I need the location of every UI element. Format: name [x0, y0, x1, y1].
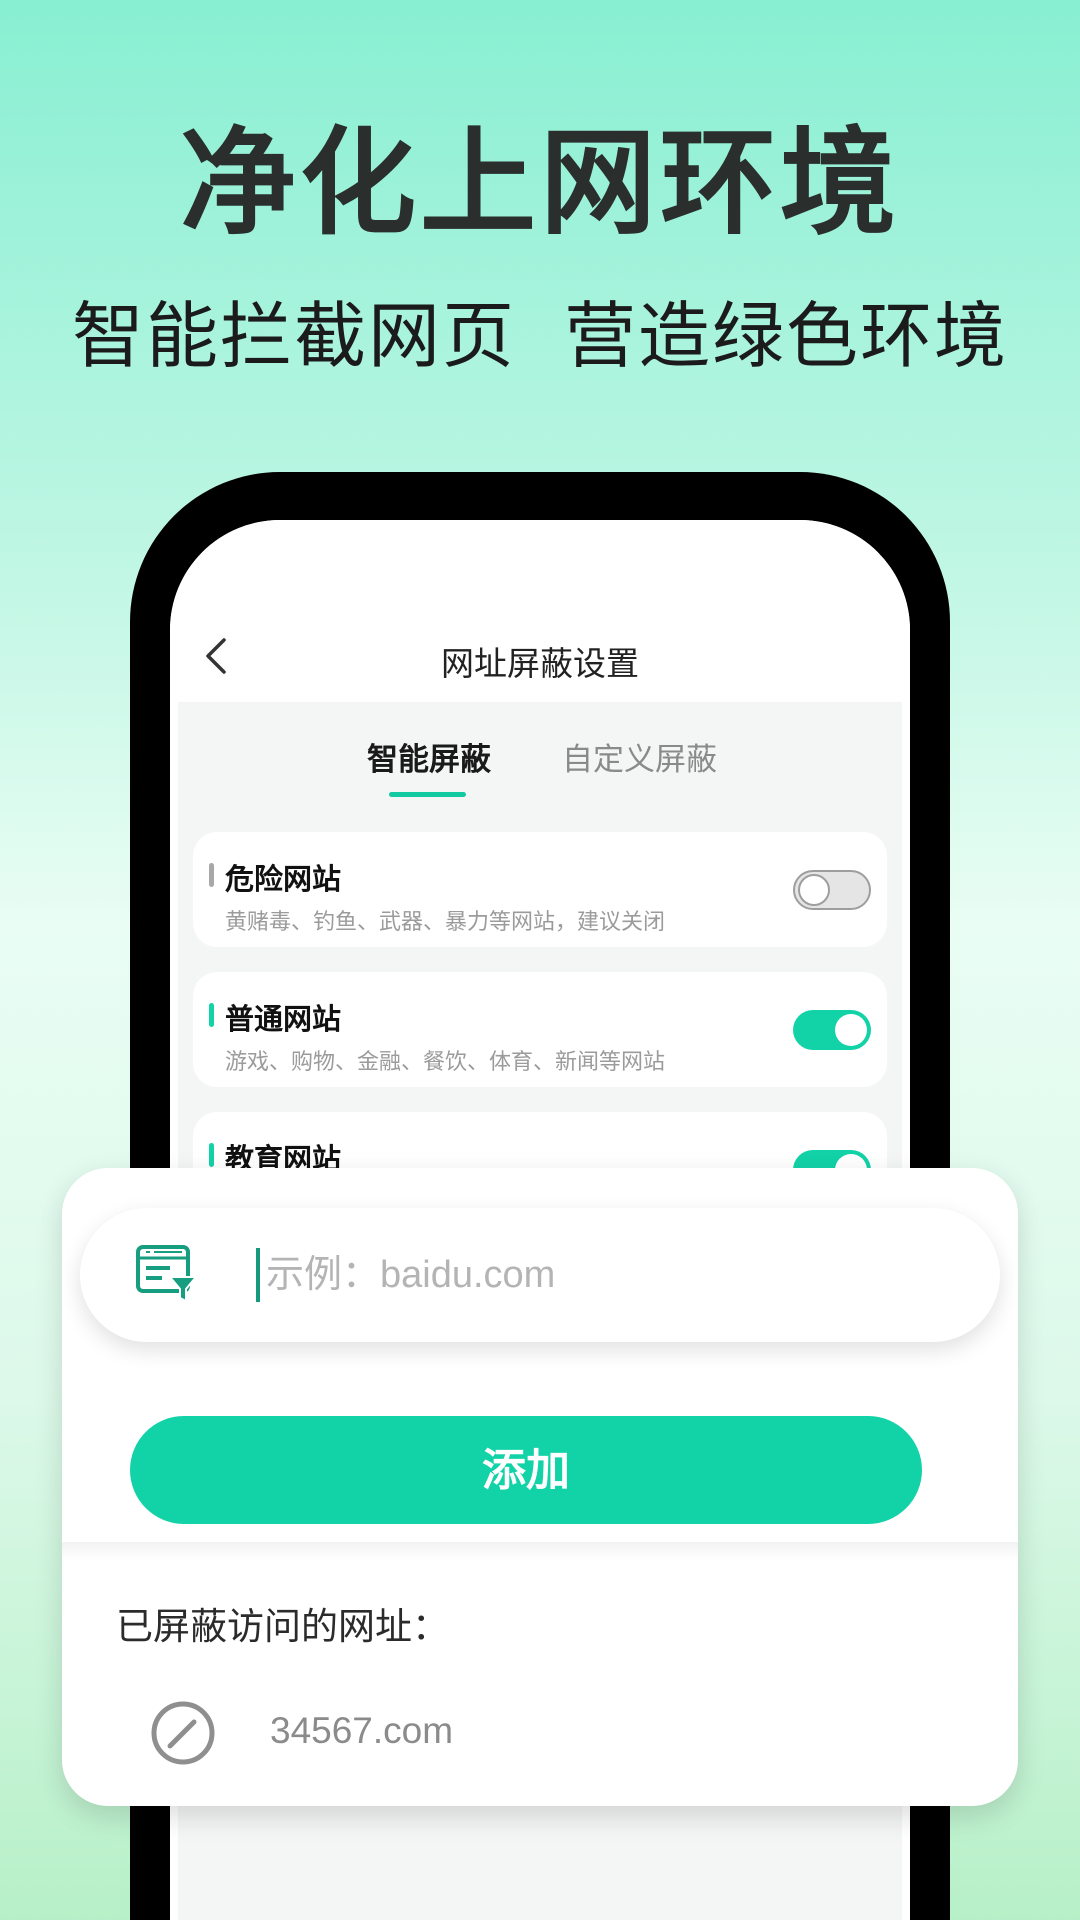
nav-bar: 网址屏蔽设置 [170, 520, 910, 702]
blocked-site-item[interactable]: 34567.com [62, 1688, 1018, 1778]
tab-custom-block[interactable]: 自定义屏蔽 [562, 740, 717, 780]
page-title: 网址屏蔽设置 [441, 644, 639, 683]
category-card-dangerous: 危险网站 黄赌毒、钓鱼、武器、暴力等网站，建议关闭 [193, 832, 887, 947]
ban-icon [151, 1701, 215, 1765]
subheadline: 智能拦截网页 营造绿色环境 [0, 300, 1080, 372]
custom-block-panel: 添加 已屏蔽访问的网址： 34567.com [62, 1168, 1018, 1806]
toggle-switch[interactable] [793, 870, 871, 910]
text-cursor [256, 1248, 260, 1302]
url-filter-icon [136, 1245, 198, 1303]
toggle-knob [798, 874, 830, 906]
tab-active-indicator [389, 792, 466, 797]
card-description: 黄赌毒、钓鱼、武器、暴力等网站，建议关闭 [225, 910, 666, 935]
card-accent-bar [209, 1003, 214, 1027]
url-input[interactable] [266, 1248, 946, 1302]
url-input-container [80, 1208, 1000, 1342]
tab-smart-block[interactable]: 智能屏蔽 [367, 740, 491, 797]
blocked-sites-label: 已屏蔽访问的网址： [116, 1605, 449, 1648]
category-card-general: 普通网站 游戏、购物、金融、餐饮、体育、新闻等网站 [193, 972, 887, 1087]
tab-bar: 智能屏蔽 自定义屏蔽 [178, 740, 902, 800]
card-title: 普通网站 [225, 1002, 342, 1036]
subheadline-part-1: 智能拦截网页 [71, 294, 516, 378]
tab-label: 智能屏蔽 [367, 742, 491, 778]
subheadline-part-2: 营造绿色环境 [564, 294, 1009, 378]
card-accent-bar [209, 863, 214, 887]
card-title: 危险网站 [225, 862, 342, 896]
add-button[interactable]: 添加 [130, 1416, 922, 1524]
tab-label: 自定义屏蔽 [562, 742, 717, 778]
section-divider [62, 1542, 1018, 1560]
toggle-switch[interactable] [793, 1010, 871, 1050]
card-accent-bar [209, 1143, 214, 1167]
card-description: 游戏、购物、金融、餐饮、体育、新闻等网站 [225, 1050, 666, 1075]
blocked-site-url: 34567.com [270, 1710, 454, 1751]
toggle-knob [835, 1014, 867, 1046]
headline: 净化上网环境 [180, 116, 900, 251]
